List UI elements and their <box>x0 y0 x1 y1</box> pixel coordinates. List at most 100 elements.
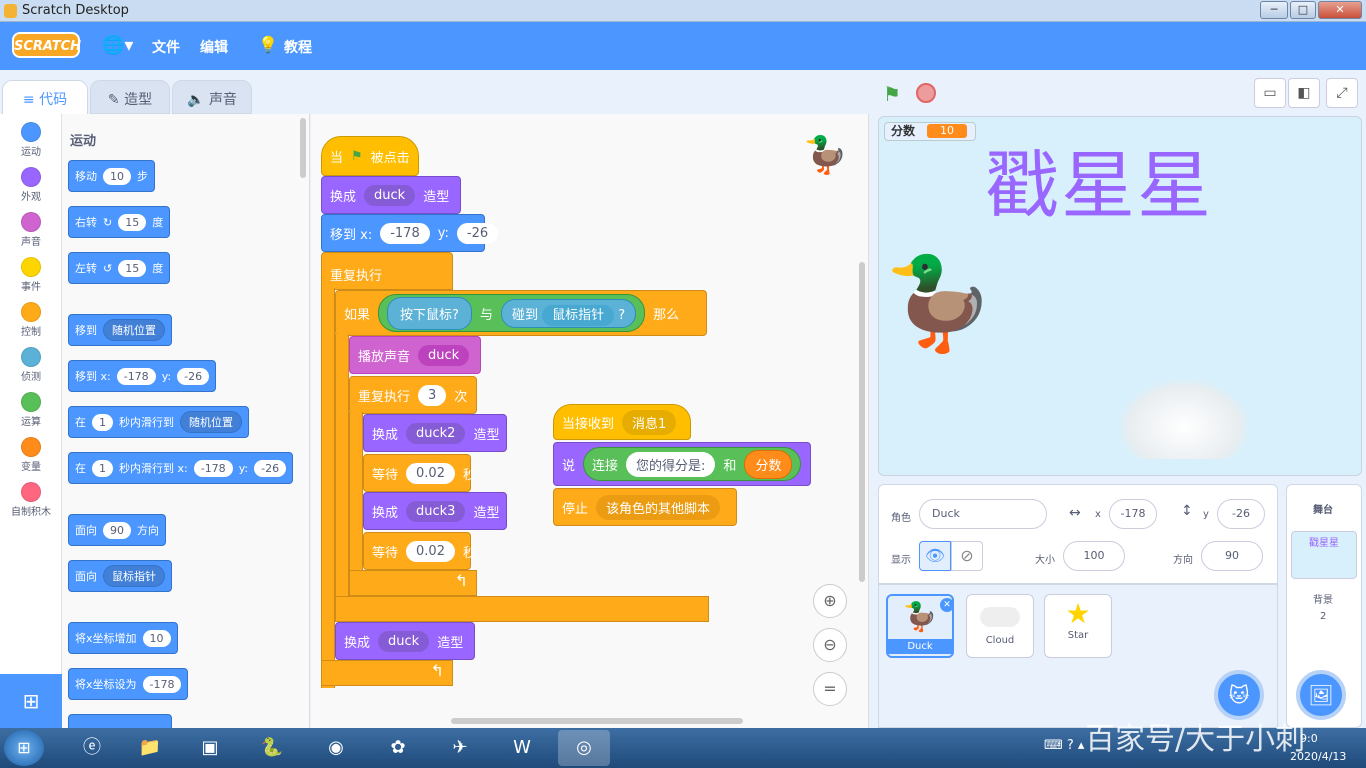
block-input[interactable]: 10 <box>142 629 171 647</box>
block-goto[interactable]: 移到 随机位置 <box>68 314 172 346</box>
script-area[interactable]: 当 ⚑ 被点击 换成 duck 造型 移到 x: -178 y: -26 重复执行 如果 按下… <box>311 114 869 728</box>
stop-button[interactable] <box>916 83 936 103</box>
block-input[interactable]: 1 <box>92 459 113 477</box>
block-move-steps[interactable]: 移动 10 步 <box>68 160 155 192</box>
category-control[interactable]: 控制 <box>0 302 62 338</box>
block-stop[interactable]: 停止 该角色的其他脚本 <box>553 488 737 526</box>
block-wait[interactable]: 等待 0.02 秒 <box>363 532 476 570</box>
block-turn-left[interactable]: 左转 ↺ 15 度 <box>68 252 171 284</box>
menu-edit[interactable]: 编辑 <box>200 37 228 57</box>
block-input[interactable]: -178 <box>193 459 233 477</box>
block-input[interactable]: 90 <box>103 521 131 539</box>
duck-sprite[interactable]: 🦆 <box>883 259 995 349</box>
block-when-flag-clicked[interactable]: 当 ⚑ 被点击 <box>321 136 419 176</box>
block-repeat[interactable]: 重复执行 3 次 <box>349 376 477 414</box>
maximize-button[interactable]: □ <box>1290 1 1316 19</box>
explorer-taskbar-icon[interactable]: 📁 <box>124 730 176 766</box>
backdrop-thumbnail[interactable]: 戳星星 <box>1291 531 1357 579</box>
cloud-app-taskbar-icon[interactable]: ✿ <box>372 730 424 766</box>
block-partial[interactable] <box>68 714 172 728</box>
sprite-thumb-cloud[interactable]: Cloud <box>966 594 1034 658</box>
cloud-sprite[interactable] <box>1119 379 1249 459</box>
category-variables[interactable]: 变量 <box>0 437 62 473</box>
tray-icons[interactable]: ⌨ ? ▴ <box>1044 738 1084 753</box>
block-when-receive[interactable]: 当接收到 消息1 <box>553 404 691 440</box>
block-dropdown[interactable]: 该角色的其他脚本 <box>596 494 721 520</box>
category-events[interactable]: 事件 <box>0 257 62 293</box>
category-sensing[interactable]: 侦测 <box>0 347 62 383</box>
tab-costumes[interactable]: ✎ 造型 <box>90 80 170 114</box>
fullscreen-button[interactable]: ⤢ <box>1326 78 1358 108</box>
y-field[interactable]: -26 <box>1217 499 1265 529</box>
wps-taskbar-icon[interactable]: W <box>496 730 548 766</box>
block-join[interactable]: 连接 您的得分是: 和分数 <box>583 447 802 481</box>
app-taskbar-icon[interactable]: ▣ <box>184 730 236 766</box>
menu-tutorials[interactable]: 教程 <box>284 37 312 57</box>
block-point-direction[interactable]: 面向 90 方向 <box>68 514 166 546</box>
category-looks[interactable]: 外观 <box>0 167 62 203</box>
bird-app-taskbar-icon[interactable]: ✈ <box>434 730 486 766</box>
zoom-reset-button[interactable]: = <box>813 672 847 706</box>
block-play-sound[interactable]: 播放声音 duck <box>349 336 481 374</box>
menu-file[interactable]: 文件 <box>152 37 180 57</box>
block-dropdown[interactable]: 随机位置 <box>180 411 242 433</box>
block-glide[interactable]: 在 1 秒内滑行到 随机位置 <box>68 406 249 438</box>
globe-icon[interactable]: 🌐▾ <box>102 35 133 56</box>
block-input[interactable]: -178 <box>142 675 182 693</box>
block-switch-costume[interactable]: 换成 duck 造型 <box>335 622 475 660</box>
normal-stage-button[interactable]: ◧ <box>1288 78 1320 108</box>
block-input[interactable]: 1 <box>92 413 113 431</box>
category-motion[interactable]: 运动 <box>0 122 62 158</box>
small-stage-button[interactable]: ▭ <box>1254 78 1286 108</box>
block-input[interactable]: -178 <box>116 367 156 385</box>
block-input[interactable]: 0.02 <box>406 540 455 562</box>
add-backdrop-button[interactable]: 🖼 <box>1296 670 1346 720</box>
block-switch-costume[interactable]: 换成 duck2 造型 <box>363 414 507 452</box>
block-input[interactable]: 15 <box>118 259 147 277</box>
block-switch-costume[interactable]: 换成 duck3 造型 <box>363 492 507 530</box>
palette-scrollbar[interactable] <box>300 118 306 178</box>
minimize-button[interactable]: ─ <box>1260 1 1288 19</box>
script-scrollbar-v[interactable] <box>859 262 865 582</box>
block-dropdown[interactable]: duck <box>364 184 416 206</box>
block-input[interactable]: -26 <box>456 222 499 244</box>
block-glide-xy[interactable]: 在 1 秒内滑行到 x: -178 y: -26 <box>68 452 294 484</box>
block-input[interactable]: 您的得分是: <box>626 451 716 477</box>
block-dropdown[interactable]: duck2 <box>406 422 466 444</box>
block-input[interactable]: 15 <box>118 213 147 231</box>
block-dropdown[interactable]: 消息1 <box>622 409 677 435</box>
hide-icon[interactable]: ⊘ <box>951 541 983 571</box>
tab-code[interactable]: ≡ 代码 <box>2 80 88 114</box>
scratch-logo[interactable]: SCRATCH <box>12 32 81 58</box>
category-operators[interactable]: 运算 <box>0 392 62 428</box>
block-say[interactable]: 说 连接 您的得分是: 和分数 <box>553 442 811 486</box>
block-input[interactable]: -26 <box>254 459 287 477</box>
block-dropdown[interactable]: duck3 <box>406 500 466 522</box>
block-switch-costume[interactable]: 换成 duck 造型 <box>321 176 461 214</box>
block-goto-xy[interactable]: 移到 x: -178 y: -26 <box>321 214 499 252</box>
block-input[interactable]: 0.02 <box>406 462 455 484</box>
close-button[interactable]: ✕ <box>1318 1 1362 19</box>
python-taskbar-icon[interactable]: 🐍 <box>246 730 298 766</box>
block-input[interactable]: -26 <box>177 367 210 385</box>
script-scrollbar-h[interactable] <box>451 718 743 724</box>
block-variable[interactable]: 分数 <box>744 449 793 479</box>
block-if-then[interactable]: 如果 按下鼠标? 与 碰到 鼠标指针 ? 那么 <box>335 290 707 336</box>
category-sound[interactable]: 声音 <box>0 212 62 248</box>
block-dropdown[interactable]: 随机位置 <box>103 319 165 341</box>
block-input[interactable]: 3 <box>418 384 447 406</box>
zoom-out-button[interactable]: ⊖ <box>813 628 847 662</box>
block-mouse-down[interactable]: 按下鼠标? <box>387 296 472 330</box>
block-input[interactable]: 10 <box>103 167 131 185</box>
x-field[interactable]: -178 <box>1109 499 1157 529</box>
start-button[interactable]: ⊞ <box>4 730 44 766</box>
ie-taskbar-icon[interactable]: ⓔ <box>66 730 118 766</box>
green-flag-button[interactable]: ⚑ <box>883 82 901 106</box>
category-my-blocks[interactable]: 自制积木 <box>0 482 62 518</box>
sprite-name-field[interactable]: Duck <box>919 499 1047 529</box>
chrome-taskbar-icon[interactable]: ◉ <box>310 730 362 766</box>
tab-sounds[interactable]: 🔈 声音 <box>172 80 252 114</box>
block-dropdown[interactable]: 鼠标指针 <box>542 304 615 326</box>
show-visible-icon[interactable]: 👁 <box>919 541 951 571</box>
scratch-taskbar-icon[interactable]: ◎ <box>558 730 610 766</box>
